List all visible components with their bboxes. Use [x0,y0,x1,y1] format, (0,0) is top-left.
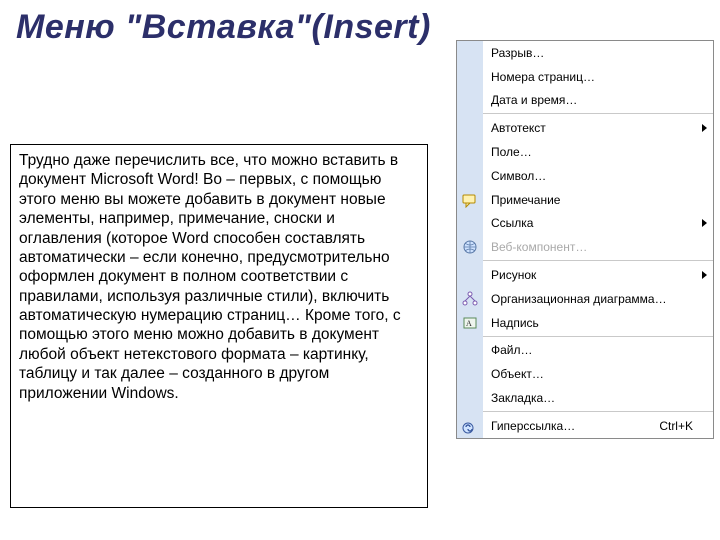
blank-icon [457,116,483,140]
blank-icon [457,386,483,410]
menu-item-label: Разрыв… [483,46,713,60]
blank-icon [457,263,483,287]
menu-item-11[interactable]: A Надпись [457,311,713,335]
blank-icon [457,89,483,113]
submenu-arrow-icon [702,271,707,279]
menu-item-label: Надпись [483,316,713,330]
blank-icon [457,164,483,188]
web-icon [457,235,483,259]
blank-icon [457,362,483,386]
menu-item-10[interactable]: Организационная диаграмма… [457,287,713,311]
menu-item-label: Символ… [483,169,713,183]
menu-item-5[interactable]: Символ… [457,164,713,188]
svg-text:A: A [466,319,472,328]
menu-item-15[interactable]: Гиперссылка…Ctrl+K [457,414,713,438]
menu-item-label: Ссылка [483,216,713,230]
menu-item-label: Автотекст [483,121,713,135]
blank-icon [457,41,483,65]
menu-item-4[interactable]: Поле… [457,140,713,164]
menu-item-label: Рисунок [483,268,713,282]
comment-icon [457,188,483,212]
menu-item-7[interactable]: Ссылка [457,212,713,236]
menu-item-1[interactable]: Номера страниц… [457,65,713,89]
menu-item-label: Дата и время… [483,93,713,107]
page-title: Меню "Вставка"(Insert) [16,8,431,47]
blank-icon [457,140,483,164]
menu-item-label: Объект… [483,367,713,381]
insert-menu: Разрыв… Номера страниц… Дата и время… Автот… [456,40,714,439]
blank-icon [457,339,483,363]
menu-item-0[interactable]: Разрыв… [457,41,713,65]
menu-item-label: Веб-компонент… [483,240,713,254]
description-textbox: Трудно даже перечислить все, что можно в… [10,144,428,508]
submenu-arrow-icon [702,219,707,227]
hyperlink-icon [457,414,483,438]
diagram-icon [457,287,483,311]
menu-item-2[interactable]: Дата и время… [457,89,713,113]
menu-item-6[interactable]: Примечание [457,188,713,212]
blank-icon [457,212,483,236]
menu-item-label: Файл… [483,343,713,357]
menu-item-8: Веб-компонент… [457,235,713,259]
menu-item-12[interactable]: Файл… [457,339,713,363]
menu-item-label: Организационная диаграмма… [483,292,713,306]
menu-item-label: Поле… [483,145,713,159]
menu-item-9[interactable]: Рисунок [457,263,713,287]
menu-item-label: Гиперссылка… [483,419,659,433]
menu-item-label: Закладка… [483,391,713,405]
menu-item-shortcut: Ctrl+K [659,419,713,433]
menu-item-3[interactable]: Автотекст [457,116,713,140]
submenu-arrow-icon [702,124,707,132]
menu-item-label: Примечание [483,193,713,207]
blank-icon [457,65,483,89]
menu-item-label: Номера страниц… [483,70,713,84]
textbox-icon: A [457,311,483,335]
menu-item-13[interactable]: Объект… [457,362,713,386]
menu-item-14[interactable]: Закладка… [457,386,713,410]
